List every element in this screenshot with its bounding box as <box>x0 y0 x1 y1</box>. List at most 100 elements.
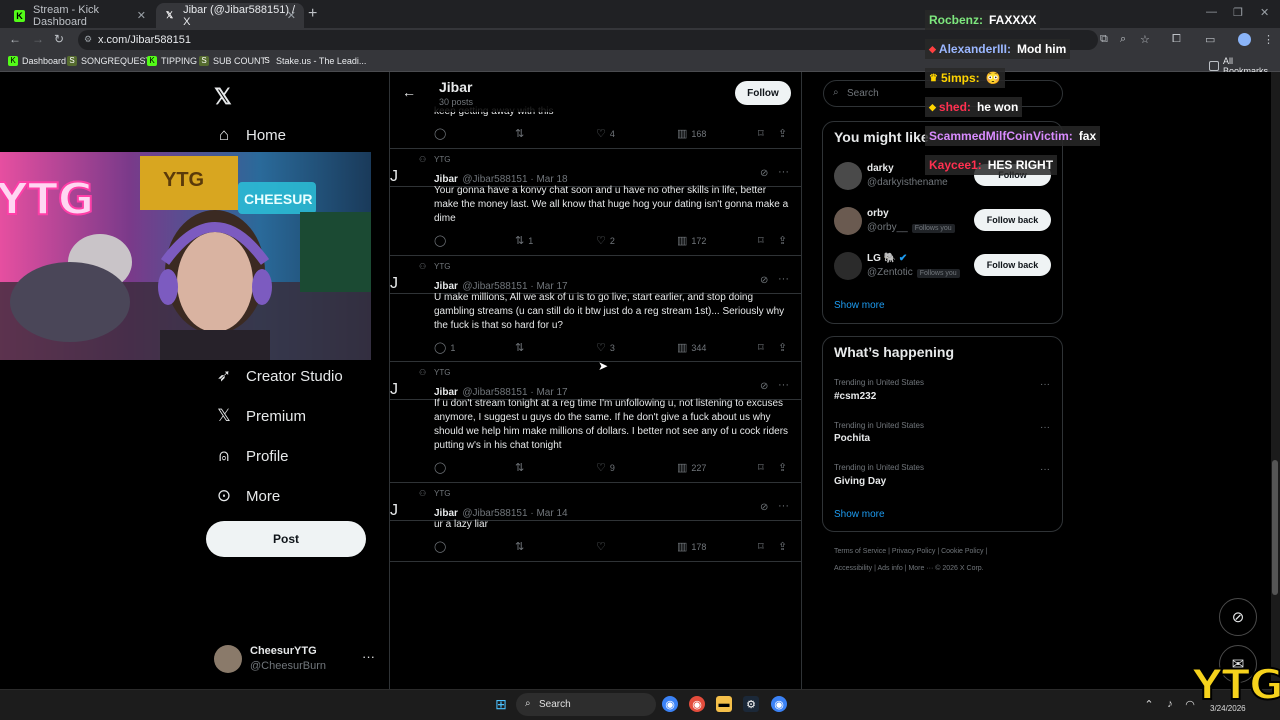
show-more-link[interactable]: Show more <box>834 509 885 520</box>
share-button[interactable]: ⇪ <box>778 461 791 474</box>
more-icon[interactable]: ··· <box>1040 464 1050 475</box>
bookmark-tipping[interactable]: K TIPPING <box>147 56 197 66</box>
x-logo-icon[interactable]: 𝕏 <box>214 84 232 110</box>
nav-premium[interactable]: 𝕏 Premium <box>214 406 306 426</box>
more-icon[interactable]: ··· <box>1040 422 1050 433</box>
more-icon[interactable]: ··· <box>778 500 789 512</box>
chrome-icon[interactable]: ◉ <box>662 696 678 712</box>
post-button[interactable]: Post <box>206 521 366 557</box>
reply-button[interactable]: ◯ <box>434 461 450 474</box>
grok-icon[interactable]: ⊘ <box>760 168 768 179</box>
share-button[interactable]: ⇪ <box>778 127 791 140</box>
reply-button[interactable]: ◯ <box>434 234 450 247</box>
close-icon[interactable]: ✕ <box>137 9 146 22</box>
show-more-link[interactable]: Show more <box>834 300 885 311</box>
steam-icon[interactable]: ⚙ <box>743 696 759 712</box>
more-icon[interactable]: ··· <box>1040 379 1050 390</box>
avatar[interactable] <box>834 162 862 190</box>
repost-button[interactable]: ⇅ <box>515 341 528 354</box>
avatar[interactable] <box>834 252 862 280</box>
scrollbar[interactable] <box>1271 72 1280 689</box>
grok-button[interactable]: ⊘ <box>1219 598 1257 636</box>
suggested-user-name[interactable]: orby <box>867 208 889 219</box>
bookmark-songrequests[interactable]: S SONGREQUESTS <box>67 56 157 66</box>
bookmark-button[interactable]: ⌑ <box>758 341 768 354</box>
tab-x-profile[interactable]: 𝕏 Jibar (@Jibar588151) / X ✕ <box>156 3 304 28</box>
views-button[interactable]: ▥ 178 <box>677 540 706 553</box>
more-icon[interactable]: ··· <box>778 166 789 178</box>
nav-creator-studio[interactable]: ➶ Creator Studio <box>214 366 343 386</box>
menu-kebab-icon[interactable]: ⋮ <box>1263 33 1274 46</box>
suggested-user-name[interactable]: LG 🐘 <box>867 253 896 264</box>
star-icon[interactable]: ☆ <box>1140 33 1150 46</box>
bookmark-button[interactable]: ⌑ <box>758 540 768 553</box>
bookmark-button[interactable]: ⌑ <box>758 461 768 474</box>
follow-back-button[interactable]: Follow back <box>974 209 1051 231</box>
share-button[interactable]: ⇪ <box>778 341 791 354</box>
install-icon[interactable]: ⧉ <box>1100 33 1108 46</box>
nav-more[interactable]: ⊙ More <box>214 486 280 506</box>
scrollbar-thumb[interactable] <box>1272 460 1278 595</box>
grok-icon[interactable]: ⊘ <box>760 275 768 286</box>
reply-button[interactable]: ◯ 1 <box>434 341 455 354</box>
footer-links[interactable]: Terms of Service | Privacy Policy | Cook… <box>834 548 987 555</box>
views-button[interactable]: ▥ 227 <box>677 461 706 474</box>
more-icon[interactable]: ··· <box>362 649 375 664</box>
bookmark-button[interactable]: ⌑ <box>758 234 768 247</box>
like-button[interactable]: ♡ <box>596 540 610 553</box>
profile-avatar-icon[interactable] <box>1238 33 1251 46</box>
reload-icon[interactable]: ↻ <box>54 32 64 46</box>
more-icon[interactable]: ··· <box>778 273 789 285</box>
account-switcher[interactable]: CheesurYTG @CheesurBurn ··· <box>214 643 375 675</box>
extensions-icon[interactable]: ⧠ <box>1172 33 1181 46</box>
footer-links[interactable]: Accessibility | Ads info | More ··· © 20… <box>834 565 984 572</box>
share-button[interactable]: ⇪ <box>778 234 791 247</box>
like-button[interactable]: ♡ 3 <box>596 341 615 354</box>
trend-name[interactable]: #csm232 <box>834 391 876 402</box>
nav-profile[interactable]: ⍝ Profile <box>214 446 289 466</box>
windows-start-icon[interactable]: ⊞ <box>493 696 509 712</box>
microphone-icon[interactable]: ♪ <box>1162 696 1178 712</box>
suggested-user-name[interactable]: darky <box>867 163 894 174</box>
views-button[interactable]: ▥ 344 <box>677 341 706 354</box>
views-button[interactable]: ▥ 172 <box>677 234 706 247</box>
nav-home[interactable]: ⌂ Home <box>214 125 286 145</box>
reply-button[interactable]: ◯ <box>434 540 450 553</box>
close-icon[interactable]: ✕ <box>287 9 296 22</box>
bookmark-dashboard[interactable]: K Dashboard <box>8 56 66 66</box>
views-button[interactable]: ▥ 168 <box>677 127 706 140</box>
back-icon[interactable]: ← <box>9 32 21 46</box>
trend-name[interactable]: Giving Day <box>834 476 886 487</box>
maximize-icon[interactable]: ❐ <box>1233 6 1243 19</box>
bookmark-stake[interactable]: S Stake.us - The Leadi... <box>262 56 366 66</box>
avatar[interactable] <box>834 207 862 235</box>
folder-icon[interactable]: ▬ <box>716 696 732 712</box>
zoom-icon[interactable]: ⌕ <box>1120 33 1126 46</box>
like-button[interactable]: ♡ 9 <box>596 461 615 474</box>
follow-button[interactable]: Follow <box>735 81 791 105</box>
window-close-icon[interactable]: ✕ <box>1260 6 1269 19</box>
forward-icon[interactable]: → <box>32 32 44 46</box>
share-button[interactable]: ⇪ <box>778 540 791 553</box>
new-tab-button[interactable]: + <box>308 5 317 23</box>
back-arrow-icon[interactable]: ← <box>402 84 416 100</box>
repost-button[interactable]: ⇅ <box>515 540 528 553</box>
like-button[interactable]: ♡ 4 <box>596 127 615 140</box>
taskbar-search[interactable]: ⌕ Search <box>516 693 656 716</box>
bookmark-sub-count[interactable]: S SUB COUNT <box>199 56 266 66</box>
repost-button[interactable]: ⇅ <box>515 127 528 140</box>
tab-kick-dashboard[interactable]: K Stream - Kick Dashboard ✕ <box>6 3 154 28</box>
grok-icon[interactable]: ⊘ <box>760 502 768 513</box>
reply-button[interactable]: ◯ <box>434 127 450 140</box>
more-icon[interactable]: ··· <box>778 379 789 391</box>
chrome-profile-icon[interactable]: ◉ <box>689 696 705 712</box>
sidepanel-icon[interactable]: ▭ <box>1205 33 1215 46</box>
trend-name[interactable]: Pochita <box>834 433 870 444</box>
repost-button[interactable]: ⇅ <box>515 461 528 474</box>
follow-back-button[interactable]: Follow back <box>974 254 1051 276</box>
site-info-icon[interactable]: ⚙ <box>84 34 92 45</box>
chrome-icon[interactable]: ◉ <box>771 696 787 712</box>
like-button[interactable]: ♡ 2 <box>596 234 615 247</box>
repost-button[interactable]: ⇅ 1 <box>515 234 533 247</box>
bookmark-button[interactable]: ⌑ <box>758 127 768 140</box>
